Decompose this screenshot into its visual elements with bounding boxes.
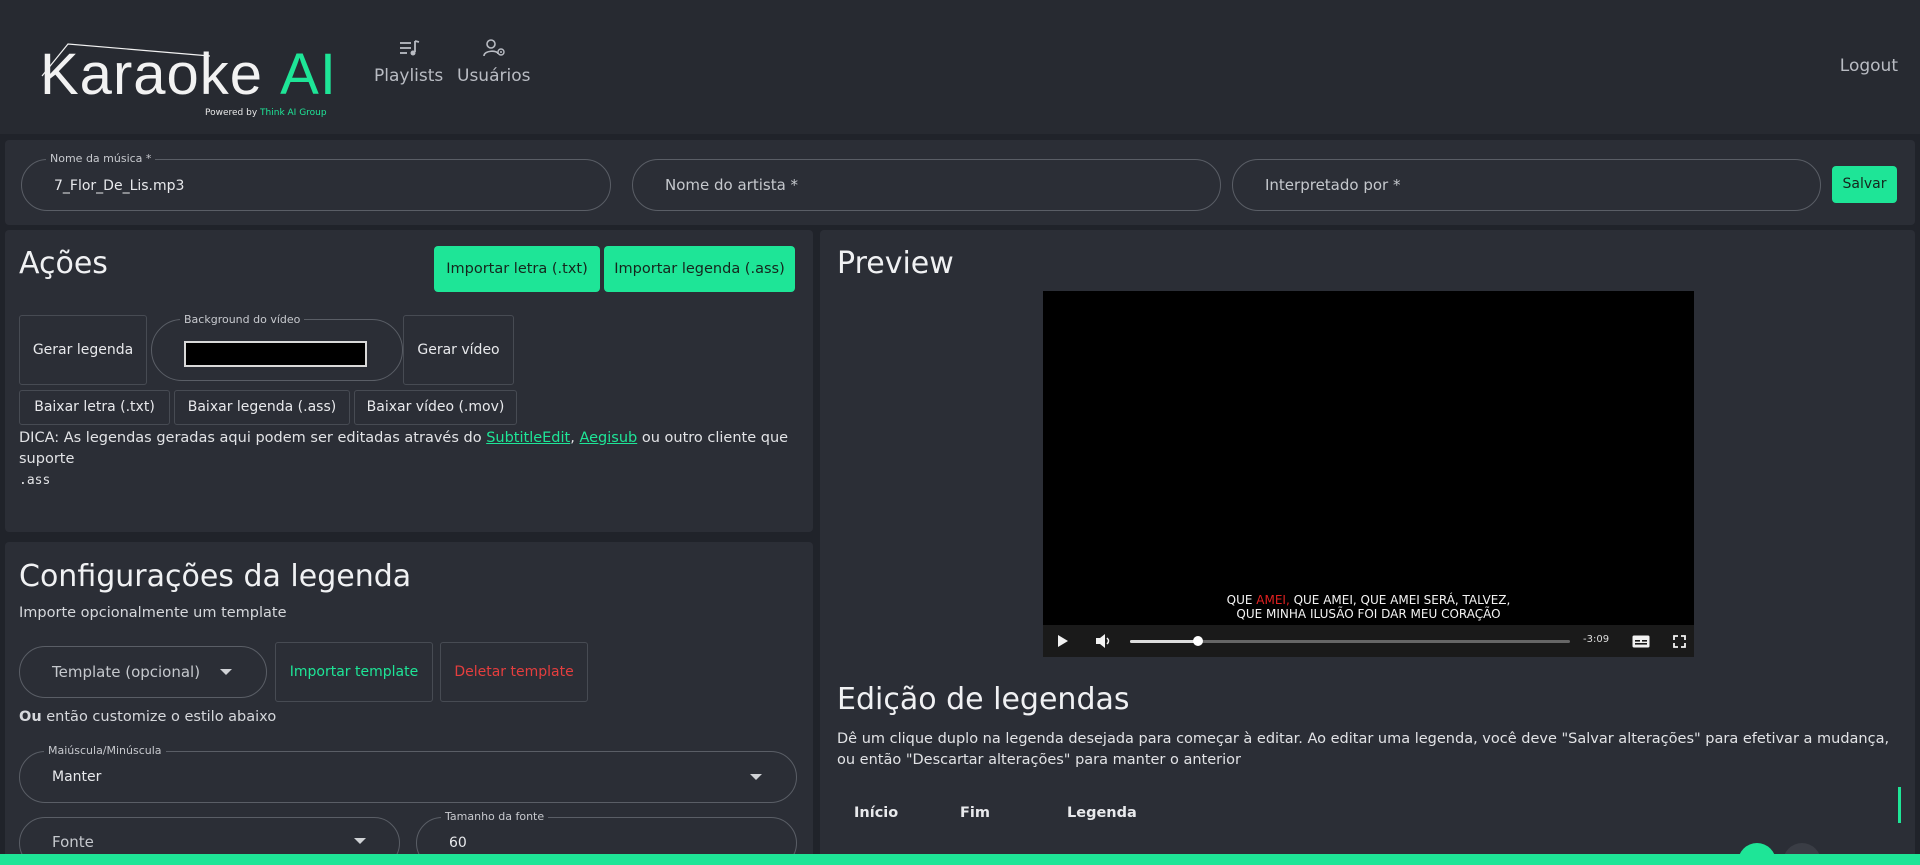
chevron-down-icon: [750, 774, 762, 780]
subtitle-line-1-pre: QUE: [1226, 593, 1257, 607]
column-header-subtitle[interactable]: Legenda: [1067, 805, 1137, 821]
subtitle-line-2: QUE MINHA ILUSÃO FOI DAR MEU CORAÇÃO: [1236, 607, 1501, 621]
actions-title: Ações: [19, 246, 108, 281]
song-name-field[interactable]: Nome da música * 7_Flor_De_Lis.mp3: [21, 152, 611, 211]
background-color-swatch[interactable]: [184, 341, 367, 367]
customize-hint-or: Ou: [19, 709, 42, 725]
performer-field[interactable]: Interpretado por *: [1232, 159, 1821, 211]
generate-video-button[interactable]: Gerar vídeo: [403, 315, 514, 385]
logo-text: Karaoke AI: [40, 46, 337, 104]
generate-subtitle-button[interactable]: Gerar legenda: [19, 315, 147, 385]
subtitle-editing-title: Edição de legendas: [837, 682, 1130, 717]
template-placeholder: Template (opcional): [52, 663, 201, 681]
column-header-end[interactable]: Fim: [960, 805, 990, 821]
actions-panel: Ações Importar letra (.txt) Importar leg…: [5, 230, 813, 532]
font-placeholder: Fonte: [52, 833, 94, 851]
template-select[interactable]: Template (opcional): [19, 646, 267, 698]
nav-playlists[interactable]: Playlists: [374, 38, 443, 86]
config-title: Configurações da legenda: [19, 559, 412, 594]
download-lyrics-button[interactable]: Baixar letra (.txt): [19, 390, 170, 425]
download-subtitle-button[interactable]: Baixar legenda (.ass): [174, 390, 350, 425]
logout-link[interactable]: Logout: [1840, 56, 1898, 76]
app-header: Karaoke AI Powered by Think AI Group Pla…: [0, 0, 1920, 134]
delete-template-button[interactable]: Deletar template: [440, 642, 588, 702]
logo-main-text: Karaoke: [40, 42, 264, 107]
progress-track[interactable]: [1130, 636, 1570, 646]
subtitle-editing-description: Dê um clique duplo na legenda desejada p…: [837, 731, 1890, 768]
import-lyrics-button[interactable]: Importar letra (.txt): [434, 246, 600, 292]
captions-icon[interactable]: [1632, 635, 1650, 648]
progress-fill: [1130, 640, 1199, 643]
subtitleedit-link[interactable]: SubtitleEdit: [486, 430, 570, 446]
powered-prefix: Powered by: [205, 108, 258, 118]
import-template-button[interactable]: Importar template: [275, 642, 433, 702]
nav-usuarios-label: Usuários: [457, 66, 531, 86]
video-controls: -3:09: [1043, 625, 1694, 657]
chevron-down-icon: [354, 838, 366, 844]
song-name-value[interactable]: 7_Flor_De_Lis.mp3: [54, 178, 184, 194]
video-background-field[interactable]: Background do vídeo: [151, 313, 403, 381]
scroll-indicator[interactable]: [1898, 787, 1901, 823]
artist-name-placeholder: Nome do artista *: [665, 176, 799, 194]
fullscreen-icon[interactable]: [1673, 635, 1686, 648]
aegisub-link[interactable]: Aegisub: [579, 430, 637, 446]
subtitle-highlight-word: AMEI,: [1256, 593, 1290, 607]
video-player[interactable]: QUE AMEI, QUE AMEI, QUE AMEI SERÁ, TALVE…: [1043, 291, 1694, 657]
tip-extension: .ass: [19, 473, 51, 488]
song-info-bar: Nome da música * 7_Flor_De_Lis.mp3 Nome …: [5, 140, 1915, 225]
logo-powered-by: Powered by Think AI Group: [205, 108, 327, 118]
karaoke-ai-logo[interactable]: Karaoke AI Powered by Think AI Group: [40, 38, 340, 122]
nav-playlists-label: Playlists: [374, 66, 444, 86]
customize-hint-rest: então customize o estilo abaixo: [41, 709, 277, 725]
bottom-accent-bar: [0, 854, 1920, 865]
artist-name-field[interactable]: Nome do artista *: [632, 159, 1221, 211]
nav-usuarios[interactable]: Usuários: [457, 38, 530, 86]
play-icon[interactable]: [1057, 634, 1069, 648]
playlist-music-icon: [399, 40, 419, 56]
performer-placeholder: Interpretado por *: [1265, 176, 1401, 194]
download-video-button[interactable]: Baixar vídeo (.mov): [354, 390, 517, 425]
chevron-down-icon: [220, 669, 232, 675]
subtitle-config-panel: Configurações da legenda Importe opciona…: [5, 542, 813, 865]
save-button[interactable]: Salvar: [1832, 166, 1897, 203]
logo-accent-text: AI: [280, 42, 337, 107]
preview-title: Preview: [837, 246, 954, 281]
video-background-label: Background do vídeo: [180, 313, 305, 326]
volume-icon[interactable]: [1095, 633, 1113, 649]
case-select[interactable]: Maiúscula/Minúscula Manter: [19, 744, 797, 803]
song-name-label: Nome da música *: [46, 152, 156, 165]
import-subtitle-button[interactable]: Importar legenda (.ass): [604, 246, 795, 292]
tip-prefix: DICA: As legendas geradas aqui podem ser…: [19, 430, 487, 446]
progress-handle[interactable]: [1193, 636, 1204, 646]
case-label: Maiúscula/Minúscula: [44, 744, 166, 757]
customize-hint: Ou então customize o estilo abaixo: [19, 709, 276, 725]
subtitle-line-1: QUE AMEI, QUE AMEI, QUE AMEI SERÁ, TALVE…: [1043, 593, 1694, 608]
user-settings-icon: [482, 39, 505, 57]
powered-brand: Think AI Group: [260, 108, 327, 118]
font-size-label: Tamanho da fonte: [441, 810, 549, 823]
column-header-start[interactable]: Início: [854, 805, 898, 821]
case-value: Manter: [52, 769, 102, 785]
tip-text: DICA: As legendas geradas aqui podem ser…: [19, 428, 809, 491]
font-size-value[interactable]: 60: [449, 835, 467, 851]
subtitle-line-1-post: QUE AMEI, QUE AMEI SERÁ, TALVEZ,: [1289, 593, 1511, 607]
time-remaining: -3:09: [1583, 634, 1610, 645]
import-template-hint: Importe opcionalmente um template: [19, 605, 287, 621]
